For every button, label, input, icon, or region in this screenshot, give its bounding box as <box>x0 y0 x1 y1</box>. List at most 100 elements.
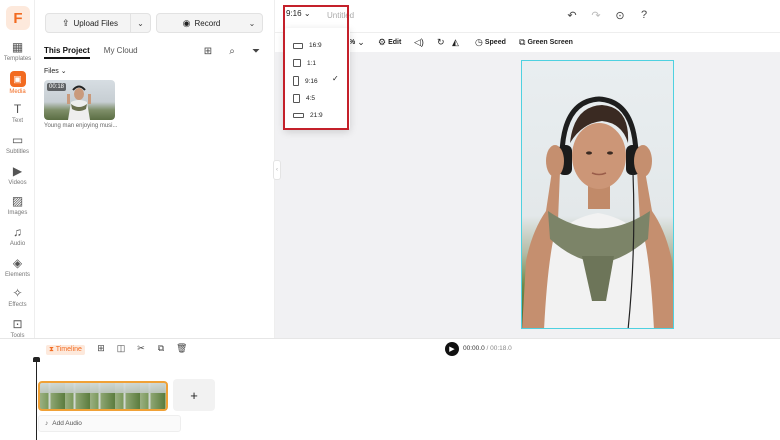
timeline-panel: ⧗ Timeline ⊞ ◫ ✂ ⧉ 🗑 ▶ 00:00.0 / 00:18.0… <box>0 338 780 440</box>
upload-files-label: Upload Files <box>73 18 118 28</box>
rail-item-images[interactable]: ▨ Images <box>0 194 35 216</box>
tab-this-project[interactable]: This Project <box>44 46 90 59</box>
delete-icon[interactable]: 🗑 <box>176 343 187 354</box>
search-icon[interactable]: ⌕ <box>224 44 240 58</box>
videos-icon: ▶ <box>12 164 23 178</box>
help-icon[interactable]: ? <box>638 9 650 22</box>
edit-button[interactable]: ⚙ Edit <box>378 37 401 48</box>
rail-item-elements[interactable]: ◈ Elements <box>0 256 35 278</box>
tools-icon: ⊡ <box>12 317 23 331</box>
rail-item-effects[interactable]: ✧ Effects <box>0 286 35 308</box>
rail-label: Audio <box>9 241 26 247</box>
templates-icon: ▦ <box>11 40 24 54</box>
flip-icon: ◭ <box>452 37 459 47</box>
record-dropdown-chevron-icon[interactable]: ⌄ <box>242 14 262 32</box>
speed-button[interactable]: ◷ Speed <box>475 37 506 48</box>
play-button[interactable]: ▶ <box>445 342 459 356</box>
volume-button[interactable]: ◁) <box>414 37 424 48</box>
upload-dropdown-chevron-icon[interactable]: ⌄ <box>130 14 150 32</box>
music-note-icon: ♪ <box>45 420 49 427</box>
filter-icon[interactable]: ⏷ <box>248 44 264 58</box>
header-icons: ↶ ↷ ⊙ ? <box>566 9 650 22</box>
play-icon: ▶ <box>449 346 455 353</box>
video-editor: F ▦ Templates ▣ Media T Text ▭ Subtitles… <box>0 0 780 440</box>
annotation-highlight-box <box>283 5 349 130</box>
volume-icon: ◁) <box>414 37 424 47</box>
top-bar: 9:16 ⌄ Untitled ↶ ↷ ⊙ ? <box>275 0 780 33</box>
upload-files-button[interactable]: ⇪ Upload Files ⌄ <box>45 13 151 33</box>
total-time: / 00:18.0 <box>486 345 512 352</box>
rail-item-media[interactable]: ▣ Media <box>0 71 35 95</box>
chevron-down-icon: ⌄ <box>357 37 365 47</box>
elements-icon: ◈ <box>12 256 23 270</box>
files-header[interactable]: Files ⌄ <box>44 67 67 75</box>
green-screen-button[interactable]: ⧉ Green Screen <box>519 37 573 48</box>
rail-label: Templates <box>3 56 32 62</box>
zoom-select[interactable]: % ⌄ <box>349 37 365 48</box>
rail-item-videos[interactable]: ▶ Videos <box>0 164 35 186</box>
rail-item-subtitles[interactable]: ▭ Subtitles <box>0 133 35 155</box>
time-display: 00:00.0 / 00:18.0 <box>463 345 512 352</box>
add-audio-label: Add Audio <box>52 420 82 427</box>
timeline-icon: ⧗ <box>49 346 56 353</box>
add-audio-button[interactable]: ♪ Add Audio <box>38 415 181 432</box>
rail-item-text[interactable]: T Text <box>0 102 35 124</box>
edit-label: Edit <box>388 39 402 46</box>
record-icon: ◉ <box>182 17 191 28</box>
green-screen-label: Green Screen <box>527 39 573 46</box>
add-track-icon[interactable]: ⊞ <box>96 343 106 354</box>
text-icon: T <box>13 102 22 116</box>
subtitles-icon: ▭ <box>11 133 24 147</box>
rail-label: Subtitles <box>5 149 29 155</box>
record-button[interactable]: ◉ Record ⌄ <box>156 13 263 33</box>
rail-item-templates[interactable]: ▦ Templates <box>0 40 35 62</box>
speed-label: Speed <box>484 39 506 46</box>
tab-my-cloud[interactable]: My Cloud <box>104 46 138 59</box>
timeline-label[interactable]: ⧗ Timeline <box>46 345 85 355</box>
rotate-icon: ↻ <box>437 37 445 47</box>
video-preview[interactable] <box>521 60 674 329</box>
playhead[interactable] <box>36 359 37 440</box>
rail-label: Videos <box>8 180 27 186</box>
files-header-label: Files <box>44 68 59 75</box>
media-icon: ▣ <box>9 71 26 87</box>
timeline-tools: ⊞ ◫ ✂ ⧉ 🗑 <box>96 343 187 354</box>
undo-icon[interactable]: ↶ <box>566 9 578 22</box>
rail-label: Media <box>9 89 26 95</box>
split-icon[interactable]: ◫ <box>116 343 126 354</box>
left-rail: F ▦ Templates ▣ Media T Text ▭ Subtitles… <box>0 0 35 340</box>
effects-icon: ✧ <box>12 286 23 300</box>
video-clip[interactable] <box>38 381 168 411</box>
app-logo[interactable]: F <box>6 6 30 30</box>
timeline-toolbar: ⧗ Timeline ⊞ ◫ ✂ ⧉ 🗑 ▶ 00:00.0 / 00:18.0 <box>0 339 780 359</box>
media-caption: Young man enjoying musi... <box>44 123 118 129</box>
upload-icon: ⇪ <box>61 17 70 28</box>
add-clip-button[interactable]: + <box>173 379 215 411</box>
clip-sky-strip <box>40 383 166 393</box>
redo-icon[interactable]: ↷ <box>590 9 602 22</box>
media-thumbnail[interactable]: 00:18 <box>44 80 115 120</box>
rotate-button[interactable]: ↻ <box>437 37 445 48</box>
green-screen-icon: ⧉ <box>519 37 526 47</box>
preview-person-image <box>522 96 673 328</box>
current-time: 00:00.0 <box>463 345 485 352</box>
collapse-panel-icon[interactable]: ‹ <box>273 160 281 180</box>
media-duration: 00:18 <box>47 83 67 91</box>
rail-item-tools[interactable]: ⊡ Tools <box>0 317 35 339</box>
timeline-label-text: Timeline <box>55 346 82 353</box>
panel-tools: ⊞ ⌕ ⏷ <box>200 44 264 58</box>
media-panel: ⇪ Upload Files ⌄ ◉ Record ⌄ This Project… <box>35 0 275 340</box>
rail-label: Effects <box>8 302 27 308</box>
rail-label: Images <box>7 210 28 216</box>
scissors-icon[interactable]: ✂ <box>136 343 146 354</box>
edit-toolbar: % ⌄ ⚙ Edit ◁) ↻ ◭ ◷ Speed ⧉ Green Screen <box>275 33 780 51</box>
flip-button[interactable]: ◭ <box>452 37 459 48</box>
rail-item-audio[interactable]: ♫ Audio <box>0 225 35 247</box>
adjust-icon: ⚙ <box>378 37 387 47</box>
audio-icon: ♫ <box>13 225 22 239</box>
panel-tabs: This Project My Cloud <box>44 46 138 59</box>
duplicate-icon[interactable]: ⧉ <box>156 343 166 354</box>
screenshot-icon[interactable]: ⊙ <box>614 9 626 22</box>
record-label: Record <box>194 18 221 28</box>
new-folder-icon[interactable]: ⊞ <box>200 44 216 58</box>
